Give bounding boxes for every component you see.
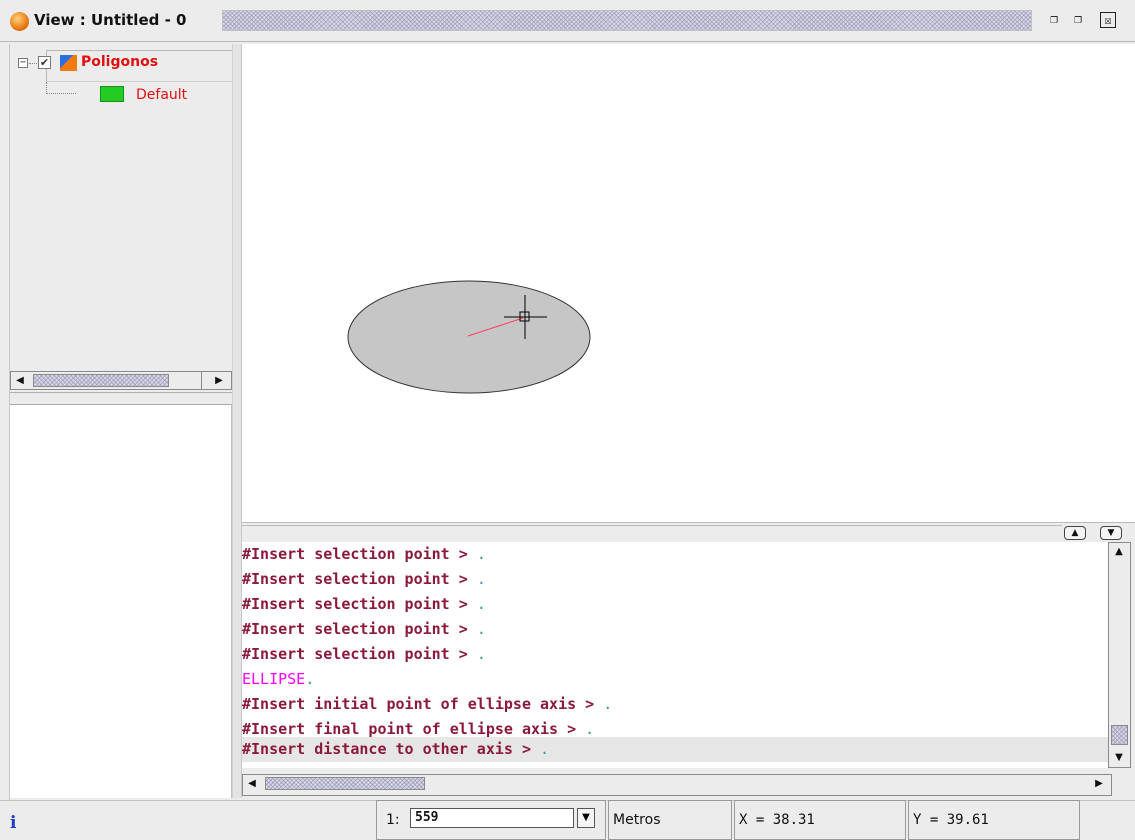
polygon-layer-icon: [60, 55, 77, 71]
scale-input[interactable]: 559: [410, 808, 574, 828]
console-splitter[interactable]: ▲ ▼: [242, 522, 1135, 542]
chevron-down-icon[interactable]: ▼: [577, 808, 595, 828]
legend-swatch: [100, 86, 124, 102]
legend-label: Default: [136, 87, 188, 103]
x-coordinate-readout: X = 38.31: [734, 800, 906, 840]
scroll-right-icon[interactable]: ▶: [1092, 775, 1106, 792]
console-line: #Insert selection point > .: [242, 545, 486, 563]
scrollbar-thumb[interactable]: [265, 777, 425, 790]
console-line: #Insert selection point > .: [242, 570, 486, 588]
scroll-divider: [201, 372, 202, 389]
console-horizontal-scrollbar[interactable]: ◀ ▶: [242, 774, 1112, 796]
map-canvas[interactable]: [242, 44, 1135, 522]
titlebar-texture: [222, 10, 1032, 31]
ellipse-shape: [347, 280, 591, 394]
toc-split-divider[interactable]: [10, 392, 232, 404]
console-line: #Insert selection point > .: [242, 620, 486, 638]
scroll-left-icon[interactable]: ◀: [245, 775, 259, 792]
table-of-contents: − ✔ Poligonos Default: [10, 44, 232, 370]
scroll-left-icon[interactable]: ◀: [13, 372, 27, 389]
collapse-icon[interactable]: −: [18, 58, 28, 68]
collapse-up-icon[interactable]: ▲: [1064, 526, 1086, 540]
overview-panel: [10, 404, 232, 798]
scroll-down-icon[interactable]: ▼: [1112, 749, 1126, 766]
layer-visibility-checkbox[interactable]: ✔: [38, 56, 51, 69]
console-command-line: ELLIPSE.: [242, 670, 315, 688]
scroll-right-icon[interactable]: ▶: [212, 372, 226, 389]
console-line: #Insert selection point > .: [242, 645, 486, 663]
window-titlebar[interactable]: View : Untitled - 0 ❐ ❐ ☒: [0, 0, 1135, 42]
map-graphics: [347, 280, 591, 394]
console-line: #Insert initial point of ellipse axis > …: [242, 695, 613, 713]
minimize-icon[interactable]: ❐: [1044, 11, 1064, 29]
console-line: #Insert selection point > .: [242, 595, 486, 613]
console-current-line[interactable]: #Insert distance to other axis > .: [242, 737, 1108, 762]
splitter-line: [242, 525, 1062, 526]
close-icon[interactable]: ☒: [1100, 12, 1116, 28]
command-console[interactable]: #Insert selection point > . #Insert sele…: [242, 542, 1108, 768]
left-edge: [0, 44, 10, 804]
tree-connector: [29, 63, 37, 64]
scale-prefix: 1:: [386, 812, 400, 828]
vertical-splitter[interactable]: [232, 44, 242, 798]
y-coordinate-readout: Y = 39.61: [908, 800, 1080, 840]
scrollbar-thumb[interactable]: [1111, 725, 1128, 745]
tree-connector: [46, 82, 76, 94]
app-logo-icon: [10, 12, 29, 31]
scrollbar-thumb[interactable]: [33, 374, 169, 387]
layer-name[interactable]: Poligonos: [81, 54, 158, 70]
maximize-icon[interactable]: ❐: [1068, 11, 1088, 29]
collapse-down-icon[interactable]: ▼: [1100, 526, 1122, 540]
units-field: Metros: [608, 800, 732, 840]
scroll-up-icon[interactable]: ▲: [1112, 543, 1126, 560]
console-vertical-scrollbar[interactable]: ▲ ▼: [1108, 542, 1131, 768]
window-title: View : Untitled - 0: [34, 11, 187, 29]
info-icon[interactable]: i: [10, 813, 16, 833]
toc-horizontal-scrollbar[interactable]: ◀ ▶: [10, 371, 232, 390]
